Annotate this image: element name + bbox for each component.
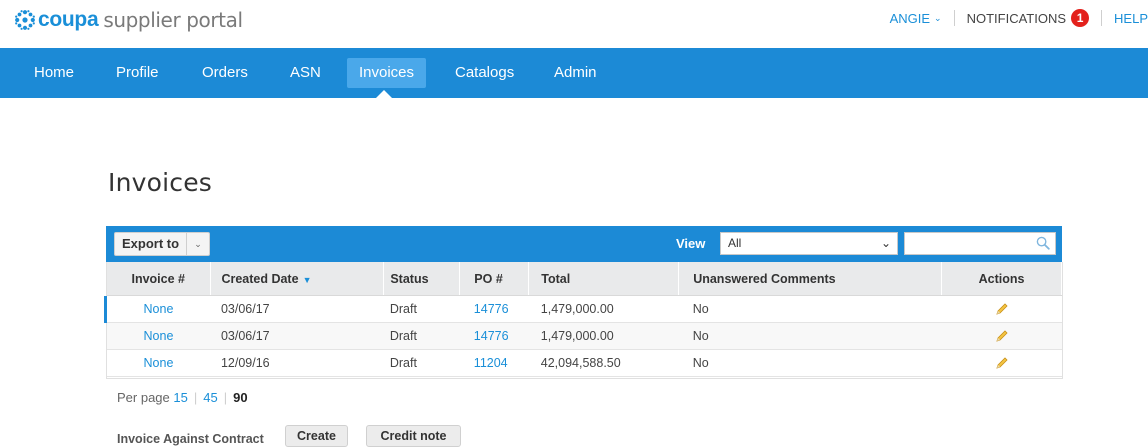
logo-tagline: supplier portal bbox=[103, 8, 243, 32]
invoice-number-link[interactable]: None bbox=[144, 329, 174, 343]
po-number-link[interactable]: 14776 bbox=[474, 302, 509, 316]
per-page-option-15[interactable]: 15 bbox=[173, 390, 187, 405]
chevron-down-icon: ⌄ bbox=[934, 12, 942, 23]
coupa-logo[interactable]: coupa supplier portal bbox=[14, 5, 243, 35]
selected-row-marker bbox=[104, 296, 107, 323]
status-cell: Draft bbox=[383, 322, 460, 350]
created-date-cell: 03/06/17 bbox=[210, 295, 384, 323]
per-page-label: Per page bbox=[117, 390, 170, 405]
sort-desc-icon: ▼ bbox=[302, 274, 312, 285]
unanswered-comments-cell: No bbox=[678, 295, 942, 323]
column-header-po[interactable]: PO # bbox=[459, 262, 530, 296]
notification-count-badge: 1 bbox=[1071, 9, 1090, 27]
divider: | bbox=[193, 390, 198, 405]
divider: | bbox=[223, 390, 228, 405]
chevron-down-icon[interactable]: ⌄ bbox=[187, 233, 209, 255]
search-box bbox=[904, 232, 1056, 255]
per-page-option-45[interactable]: 45 bbox=[203, 390, 217, 405]
nav-admin[interactable]: Admin bbox=[554, 58, 597, 88]
chevron-down-icon: ⌄ bbox=[880, 236, 891, 250]
table-row: None 03/06/17 Draft 14776 1,479,000.00 N… bbox=[106, 322, 1062, 350]
divider bbox=[1101, 10, 1103, 26]
table-row: None 03/06/17 Draft 14776 1,479,000.00 N… bbox=[106, 295, 1062, 323]
notifications-label: NOTIFICATIONS bbox=[966, 10, 1067, 26]
column-header-total[interactable]: Total bbox=[528, 262, 680, 296]
column-header-invoice[interactable]: Invoice # bbox=[106, 262, 212, 296]
active-tab-pointer bbox=[376, 90, 392, 98]
table-toolbar: Export to ⌄ View All ⌄ bbox=[106, 226, 1062, 262]
po-number-link[interactable]: 14776 bbox=[474, 329, 509, 343]
nav-home[interactable]: Home bbox=[34, 58, 74, 88]
unanswered-comments-cell: No bbox=[678, 349, 942, 377]
unanswered-comments-cell: No bbox=[678, 322, 942, 350]
export-to-button[interactable]: Export to ⌄ bbox=[114, 232, 211, 256]
view-label: View bbox=[676, 236, 706, 251]
table-row: None 12/09/16 Draft 11204 42,094,588.50 … bbox=[106, 349, 1062, 377]
divider bbox=[953, 10, 955, 26]
column-header-status[interactable]: Status bbox=[383, 262, 461, 296]
total-cell: 42,094,588.50 bbox=[528, 349, 679, 377]
top-header: coupa supplier portal ANGIE ⌄ NOTIFICATI… bbox=[0, 0, 1148, 48]
status-cell: Draft bbox=[383, 295, 460, 323]
credit-note-button[interactable]: Credit note bbox=[366, 425, 461, 447]
search-input[interactable] bbox=[909, 234, 1029, 253]
pencil-icon[interactable] bbox=[995, 356, 1009, 370]
pencil-icon[interactable] bbox=[995, 302, 1009, 316]
nav-profile[interactable]: Profile bbox=[116, 58, 159, 88]
create-button[interactable]: Create bbox=[285, 425, 348, 447]
invoices-table: Invoice # Created Date ▼ Status PO # Tota… bbox=[106, 262, 1062, 377]
logo-brand-text: coupa bbox=[38, 8, 99, 31]
invoice-number-link[interactable]: None bbox=[144, 302, 174, 316]
nav-orders[interactable]: Orders bbox=[202, 58, 248, 88]
table-header-row: Invoice # Created Date ▼ Status PO # Tota… bbox=[106, 262, 1062, 296]
snowflake-icon bbox=[15, 10, 35, 30]
pencil-icon[interactable] bbox=[995, 329, 1009, 343]
view-select[interactable]: All ⌄ bbox=[720, 232, 898, 255]
total-cell: 1,479,000.00 bbox=[528, 295, 679, 323]
total-cell: 1,479,000.00 bbox=[528, 322, 679, 350]
search-icon[interactable] bbox=[1036, 236, 1050, 250]
column-header-actions: Actions bbox=[941, 262, 1062, 296]
export-to-label: Export to bbox=[115, 233, 188, 255]
invoice-against-contract-label: Invoice Against Contract bbox=[117, 432, 264, 446]
per-page-option-90: 90 bbox=[233, 390, 248, 405]
invoice-number-link[interactable]: None bbox=[144, 356, 174, 370]
po-number-link[interactable]: 11204 bbox=[474, 356, 508, 370]
created-date-cell: 03/06/17 bbox=[210, 322, 384, 350]
nav-invoices[interactable]: Invoices bbox=[347, 58, 427, 88]
column-header-created-date[interactable]: Created Date ▼ bbox=[210, 262, 385, 296]
help-link[interactable]: HELP bbox=[1114, 11, 1148, 26]
per-page-selector: Per page 15 | 45 | 90 bbox=[117, 390, 248, 405]
notifications-link[interactable]: NOTIFICATIONS 1 bbox=[966, 9, 1090, 27]
view-selected-value: All bbox=[728, 236, 742, 250]
nav-catalogs[interactable]: Catalogs bbox=[455, 58, 514, 88]
created-date-cell: 12/09/16 bbox=[210, 349, 384, 377]
utility-menu: ANGIE ⌄ NOTIFICATIONS 1 HELP bbox=[890, 9, 1148, 27]
column-header-unanswered-comments[interactable]: Unanswered Comments bbox=[678, 262, 943, 296]
status-cell: Draft bbox=[383, 349, 460, 377]
main-nav: Home Profile Orders ASN Invoices Catalog… bbox=[0, 48, 1148, 98]
column-header-label: Created Date bbox=[221, 271, 299, 286]
page-title: Invoices bbox=[108, 168, 213, 197]
nav-asn[interactable]: ASN bbox=[290, 58, 321, 88]
user-menu[interactable]: ANGIE ⌄ bbox=[890, 11, 942, 26]
user-name: ANGIE bbox=[889, 10, 931, 26]
